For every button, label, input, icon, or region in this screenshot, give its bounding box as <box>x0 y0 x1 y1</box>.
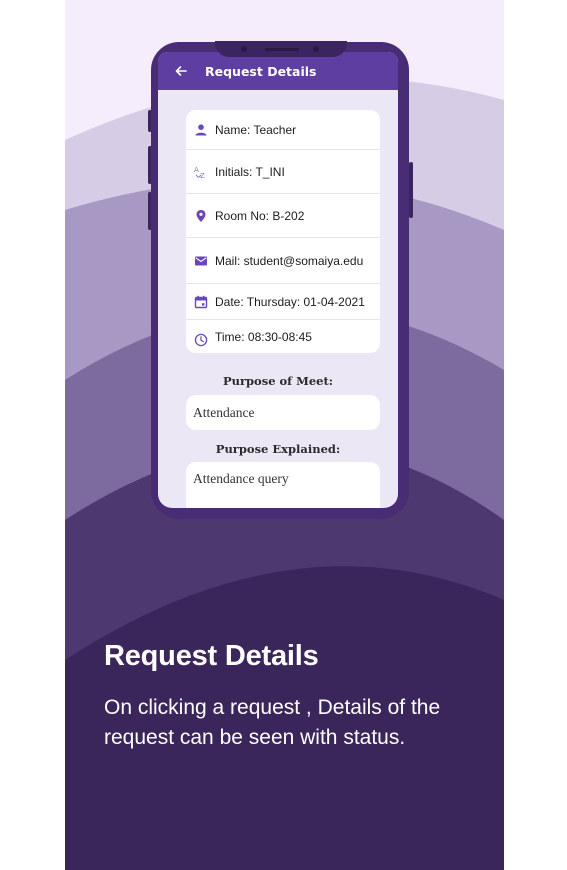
detail-text: Date: Thursday: 01-04-2021 <box>215 294 365 309</box>
app-bar-title: Request Details <box>205 63 317 79</box>
detail-text: Time: 08:30-08:45 <box>215 329 312 344</box>
details-card: Name: Teacher A Z Initials: T_INI Room N… <box>186 110 380 353</box>
explained-label: Purpose Explained: <box>215 442 341 456</box>
detail-text: Mail: student@somaiya.edu <box>215 253 364 268</box>
clock-icon <box>194 333 208 346</box>
detail-text: Room No: B-202 <box>215 208 305 223</box>
sort-alpha-icon: A Z <box>194 166 205 179</box>
detail-row-date: Date: Thursday: 01-04-2021 <box>186 284 380 320</box>
detail-row-room: Room No: B-202 <box>186 194 380 238</box>
camera-icon <box>241 46 247 52</box>
person-icon <box>195 123 207 135</box>
phone-notch <box>215 41 347 57</box>
sensor-icon <box>313 46 319 52</box>
detail-row-initials: A Z Initials: T_INI <box>186 150 380 194</box>
phone-screen: Request Details Name: Teacher A Z Initia… <box>158 52 398 508</box>
purpose-label: Purpose of Meet: <box>222 374 334 388</box>
onboarding-slide: Request Details Name: Teacher A Z Initia… <box>65 0 504 870</box>
detail-row-time: Time: 08:30-08:45 <box>186 320 380 353</box>
arrow-left-icon[interactable] <box>175 65 187 77</box>
slide-caption: Request Details On clicking a request , … <box>104 640 484 753</box>
location-pin-icon <box>196 209 206 222</box>
svg-text:A: A <box>194 166 199 174</box>
app-bar: Request Details <box>158 52 398 90</box>
speaker-grille <box>265 48 299 51</box>
slide-description: On clicking a request , Details of the r… <box>104 696 441 749</box>
detail-row-name: Name: Teacher <box>186 110 380 150</box>
calendar-icon <box>194 295 208 308</box>
phone-mockup: Request Details Name: Teacher A Z Initia… <box>151 41 409 519</box>
detail-text: Name: Teacher <box>215 122 297 137</box>
detail-text: Initials: T_INI <box>215 164 285 179</box>
mail-icon <box>195 256 207 265</box>
slide-title: Request Details <box>104 640 319 672</box>
phone-side-button <box>409 162 413 218</box>
detail-row-mail: Mail: student@somaiya.edu <box>186 238 380 284</box>
purpose-field[interactable]: Attendance <box>186 395 380 430</box>
explained-field[interactable]: Attendance query <box>186 462 380 508</box>
